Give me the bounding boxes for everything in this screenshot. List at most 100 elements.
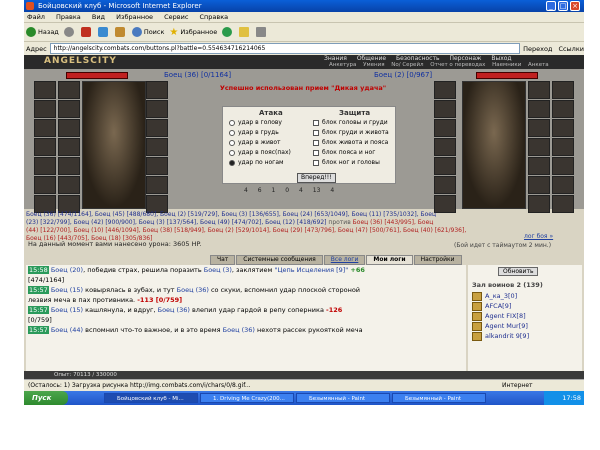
- defense-option-4[interactable]: блок пояса и ног: [313, 149, 375, 156]
- tab-all-logs[interactable]: Все логи: [323, 255, 366, 265]
- list-item[interactable]: alkandrit 9[9]: [472, 331, 529, 341]
- equip-slot[interactable]: [146, 81, 168, 99]
- go-button[interactable]: Переход: [523, 45, 552, 53]
- right-player-name[interactable]: Боец (2) [0/967]: [374, 71, 432, 79]
- attack-radio[interactable]: [229, 129, 235, 136]
- equip-slot[interactable]: [434, 100, 456, 118]
- mail-button[interactable]: [239, 27, 251, 37]
- equip-slot[interactable]: [552, 100, 574, 118]
- nav-knowledge[interactable]: Знания: [324, 55, 347, 62]
- menu-view[interactable]: Вид: [92, 13, 105, 21]
- equip-slot[interactable]: [434, 138, 456, 156]
- equip-slot[interactable]: [58, 176, 80, 194]
- minimize-button[interactable]: _: [546, 1, 556, 11]
- defense-option-1[interactable]: блок головы и груди: [313, 119, 388, 126]
- attack-radio[interactable]: [229, 139, 235, 146]
- nav-security[interactable]: Безопасность: [396, 55, 440, 62]
- attack-radio[interactable]: [229, 119, 235, 126]
- attack-option-belly[interactable]: удар в живот: [229, 139, 281, 146]
- tab-settings[interactable]: Настройки: [413, 255, 462, 265]
- tab-my-logs[interactable]: Мои логи: [366, 255, 413, 265]
- media-button[interactable]: [222, 27, 234, 37]
- start-button[interactable]: Пуск: [24, 391, 68, 405]
- menu-file[interactable]: Файл: [27, 13, 45, 21]
- attack-option-groin[interactable]: удар в пояс(пах): [229, 149, 291, 156]
- equip-slot[interactable]: [528, 81, 550, 99]
- equip-slot[interactable]: [146, 100, 168, 118]
- equip-slot[interactable]: [34, 100, 56, 118]
- menu-help[interactable]: Справка: [200, 13, 229, 21]
- equip-slot[interactable]: [58, 100, 80, 118]
- forward-button[interactable]: [63, 27, 76, 37]
- home-button[interactable]: [114, 27, 127, 37]
- refresh-button[interactable]: [97, 27, 110, 37]
- list-item[interactable]: AFCA[9]: [472, 301, 529, 311]
- defense-checkbox[interactable]: [313, 149, 319, 156]
- defense-checkbox[interactable]: [313, 139, 319, 146]
- subnav-0[interactable]: Анкетура: [329, 62, 356, 68]
- maximize-button[interactable]: □: [558, 1, 568, 11]
- defense-checkbox[interactable]: [313, 159, 319, 166]
- nav-exit[interactable]: Выход: [491, 55, 511, 62]
- equip-slot[interactable]: [434, 157, 456, 175]
- equip-slot[interactable]: [552, 176, 574, 194]
- stop-button[interactable]: [80, 27, 93, 37]
- equip-slot[interactable]: [434, 176, 456, 194]
- equip-slot[interactable]: [146, 138, 168, 156]
- equip-slot[interactable]: [34, 81, 56, 99]
- list-item[interactable]: Agent FIX[8]: [472, 311, 529, 321]
- attack-radio[interactable]: [229, 159, 235, 166]
- equip-slot[interactable]: [528, 100, 550, 118]
- equip-slot[interactable]: [528, 138, 550, 156]
- equip-slot[interactable]: [58, 157, 80, 175]
- attack-option-chest[interactable]: удар в грудь: [229, 129, 279, 136]
- menu-favorites[interactable]: Избранное: [116, 13, 153, 21]
- subnav-3[interactable]: Отчет о переводах: [430, 62, 485, 68]
- equip-slot[interactable]: [34, 157, 56, 175]
- subnav-2[interactable]: No/ Серейл: [391, 62, 423, 68]
- attack-radio[interactable]: [229, 149, 235, 156]
- links-button[interactable]: Ссылки: [558, 45, 584, 53]
- attack-option-legs[interactable]: удар по ногам: [229, 159, 284, 166]
- equip-slot[interactable]: [58, 81, 80, 99]
- equip-slot[interactable]: [146, 157, 168, 175]
- equip-slot[interactable]: [34, 138, 56, 156]
- equip-slot[interactable]: [58, 119, 80, 137]
- nav-character[interactable]: Персонаж: [449, 55, 481, 62]
- subnav-1[interactable]: Умения: [363, 62, 384, 68]
- tab-system[interactable]: Системные сообщения: [236, 255, 323, 265]
- print-button[interactable]: [256, 27, 268, 37]
- defense-checkbox[interactable]: [313, 129, 319, 136]
- taskbar-item[interactable]: 1. Driving Me Crazy(200...: [200, 393, 294, 403]
- equip-slot[interactable]: [434, 119, 456, 137]
- equip-slot[interactable]: [552, 81, 574, 99]
- attack-option-head[interactable]: удар в голову: [229, 119, 282, 126]
- menu-tools[interactable]: Сервис: [164, 13, 188, 21]
- equip-slot[interactable]: [34, 119, 56, 137]
- equip-slot[interactable]: [146, 119, 168, 137]
- equip-slot[interactable]: [528, 157, 550, 175]
- equip-slot[interactable]: [146, 176, 168, 194]
- equip-slot[interactable]: [58, 138, 80, 156]
- defense-option-2[interactable]: блок груди и живота: [313, 129, 389, 136]
- back-button[interactable]: Назад: [26, 27, 59, 37]
- equip-slot[interactable]: [434, 81, 456, 99]
- equip-slot[interactable]: [552, 119, 574, 137]
- refresh-list-button[interactable]: Обновить: [498, 267, 539, 276]
- equip-slot[interactable]: [552, 157, 574, 175]
- equip-slot[interactable]: [552, 138, 574, 156]
- battle-log-link[interactable]: лог боя »: [524, 233, 553, 240]
- list-item[interactable]: А_ка_3[0]: [472, 291, 529, 301]
- taskbar-item[interactable]: Безымянный - Paint: [392, 393, 486, 403]
- taskbar-item[interactable]: Бойцовский клуб - Mi...: [104, 393, 198, 403]
- close-button[interactable]: ×: [570, 1, 580, 11]
- equip-slot[interactable]: [34, 176, 56, 194]
- defense-checkbox[interactable]: [313, 119, 319, 126]
- menu-edit[interactable]: Правка: [56, 13, 81, 21]
- subnav-4[interactable]: Наемники: [492, 62, 521, 68]
- defense-option-3[interactable]: блок живота и пояса: [313, 139, 388, 146]
- search-button[interactable]: Поиск: [131, 27, 164, 37]
- equip-slot[interactable]: [528, 119, 550, 137]
- list-item[interactable]: Agent Mur[9]: [472, 321, 529, 331]
- subnav-5[interactable]: Анкета: [528, 62, 549, 68]
